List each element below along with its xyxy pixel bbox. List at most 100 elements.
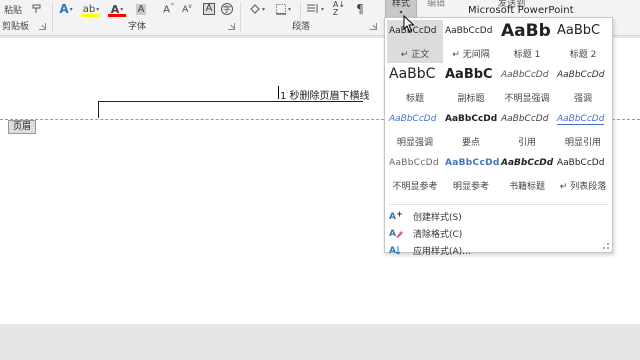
clear-formatting-icon: A	[389, 227, 403, 239]
chinese-layout-button[interactable]: ▾	[304, 0, 326, 18]
style-tile[interactable]: AaBbC 标题 2	[555, 20, 611, 63]
char-border-icon: A	[202, 3, 216, 15]
style-tile[interactable]: AaBbCcDd 强调	[555, 64, 611, 107]
char-shading-button[interactable]: A	[134, 0, 148, 18]
paint-bucket-icon	[250, 4, 260, 14]
shrink-font-icon: Av	[182, 3, 192, 15]
style-name: ↵ 无间隔	[452, 50, 490, 60]
text-effects-button[interactable]: A ▾	[56, 0, 76, 18]
style-preview: AaBbCcDd	[389, 114, 437, 124]
clear-formatting-label: 清除格式(C)	[413, 229, 463, 240]
font-color-button[interactable]: A ▾	[106, 0, 128, 18]
style-preview: AaBbCcDd	[389, 158, 439, 168]
style-name: 强调	[573, 94, 592, 104]
style-preview: AaBbCcDd	[557, 70, 605, 80]
borders-icon	[275, 4, 286, 15]
style-tile[interactable]: AaBbCcDd 书籍标题	[499, 152, 555, 195]
style-name: ↵ 列表段落	[559, 182, 607, 192]
enclose-char-button[interactable]: 字	[220, 0, 234, 18]
clipboard-launcher-icon[interactable]	[39, 23, 46, 30]
style-tile[interactable]: AaBbCcDd 不明显参考	[387, 152, 443, 195]
font-color-swatch	[108, 14, 126, 17]
style-tile[interactable]: AaBbCcDd ↵ 无间隔	[443, 20, 499, 63]
send-to-powerpoint-button[interactable]: 发送到 Microsoft PowerPoint	[468, 0, 574, 16]
style-name: 引用	[517, 138, 536, 148]
style-preview: AaBbC	[557, 23, 601, 38]
style-preview: AaBbCcDd	[501, 70, 549, 80]
format-painter-button[interactable]	[26, 0, 48, 18]
style-tile[interactable]: AaBbC 标题	[387, 64, 443, 107]
style-preview: AaBbC	[445, 67, 493, 82]
style-preview: AaBbCcDd	[557, 158, 605, 168]
style-tile[interactable]: AaBbCcDd 明显强调	[387, 108, 443, 151]
style-tile[interactable]: AaBbCcDd ↵ 正文	[387, 20, 443, 63]
style-preview: AaBbCcDd	[445, 114, 498, 124]
font-launcher-icon[interactable]	[228, 23, 235, 30]
gallery-divider	[389, 204, 608, 205]
style-tile[interactable]: AaBbCcDd 引用	[499, 108, 555, 151]
show-marks-button[interactable]: ¶	[352, 0, 368, 18]
svg-text:A: A	[389, 246, 396, 256]
char-shading-icon: A	[135, 3, 147, 15]
style-tile[interactable]: AaBb 标题 1	[499, 20, 555, 63]
editing-button[interactable]: 编辑	[422, 0, 450, 18]
create-style-icon: A	[389, 210, 403, 222]
style-tile[interactable]: AaBbC 副标题	[443, 64, 499, 107]
apply-styles-command[interactable]: A 应用样式(A)...	[389, 242, 609, 258]
style-name: 明显引用	[564, 138, 601, 148]
style-preview: AaBbCcDd	[501, 158, 554, 168]
sort-icon: A↓ Z	[332, 0, 346, 17]
paragraph-group-label: 段落	[292, 22, 311, 32]
svg-text:A: A	[389, 229, 396, 239]
style-name: 副标题	[457, 94, 485, 104]
paragraph-launcher-icon[interactable]	[370, 23, 377, 30]
clipboard-group-label: 剪贴板	[2, 22, 30, 32]
style-tile[interactable]: AaBbCcDd 不明显强调	[499, 64, 555, 107]
header-bottom-border	[98, 101, 363, 102]
create-style-label: 创建样式(S)	[413, 212, 462, 223]
paste-button[interactable]: 粘贴	[0, 0, 26, 18]
style-tile[interactable]: AaBbCcDd ↵ 列表段落	[555, 152, 611, 195]
shading-button[interactable]: ▾	[246, 0, 268, 18]
borders-button[interactable]: ▾	[272, 0, 294, 18]
powerpoint-label-top: 发送到	[498, 0, 526, 9]
divider	[52, 2, 53, 32]
shrink-font-button[interactable]: Av	[180, 0, 194, 18]
highlight-icon: ab	[82, 3, 96, 15]
grow-font-button[interactable]: A^	[162, 0, 176, 18]
format-painter-icon	[32, 4, 41, 13]
enclose-char-icon: 字	[221, 3, 233, 15]
style-name: 标题	[405, 94, 424, 104]
style-name: ↵ 正文	[400, 50, 430, 60]
style-tile[interactable]: AaBbCcDd 要点	[443, 108, 499, 151]
clear-formatting-command[interactable]: A 清除格式(C)	[389, 225, 609, 241]
highlight-button[interactable]: ab ▾	[80, 0, 102, 18]
style-preview: AaBbCcDd	[501, 114, 549, 124]
style-preview: AaBbCcDd	[445, 158, 499, 168]
style-preview: AaBbCcDd	[445, 26, 493, 36]
char-border-button[interactable]: A	[202, 0, 216, 18]
grow-font-icon: A^	[163, 2, 175, 16]
styles-gallery: AaBbCcDd ↵ 正文 AaBbCcDd ↵ 无间隔 AaBb 标题 1 AaBbC 标题…	[384, 17, 613, 257]
pilcrow-icon: ¶	[356, 2, 364, 16]
header-text[interactable]: 1 秒删除页眉下横线	[278, 86, 370, 102]
style-name: 明显强调	[396, 138, 433, 148]
style-tile[interactable]: AaBbCcDd 明显引用	[555, 108, 611, 151]
style-name: 要点	[461, 138, 480, 148]
svg-text:A: A	[389, 212, 396, 222]
style-name: 书籍标题	[508, 182, 545, 192]
create-style-command[interactable]: A 创建样式(S)	[389, 208, 609, 224]
header-tag: 页眉	[8, 120, 37, 134]
style-preview: AaBbCcDd	[557, 114, 605, 125]
style-preview: AaBb	[501, 21, 551, 41]
sort-button[interactable]: A↓ Z	[330, 0, 348, 18]
resize-grip-icon[interactable]	[603, 243, 609, 249]
style-tile[interactable]: AaBbCcDd 明显参考	[443, 152, 499, 195]
font-group-label: 字体	[128, 22, 147, 32]
style-name: 不明显参考	[392, 182, 438, 192]
text-effects-icon: A	[59, 2, 69, 16]
mouse-cursor-icon	[403, 15, 415, 33]
divider	[240, 2, 241, 32]
style-name: 标题 2	[569, 50, 597, 60]
apply-styles-label: 应用样式(A)...	[413, 246, 471, 257]
